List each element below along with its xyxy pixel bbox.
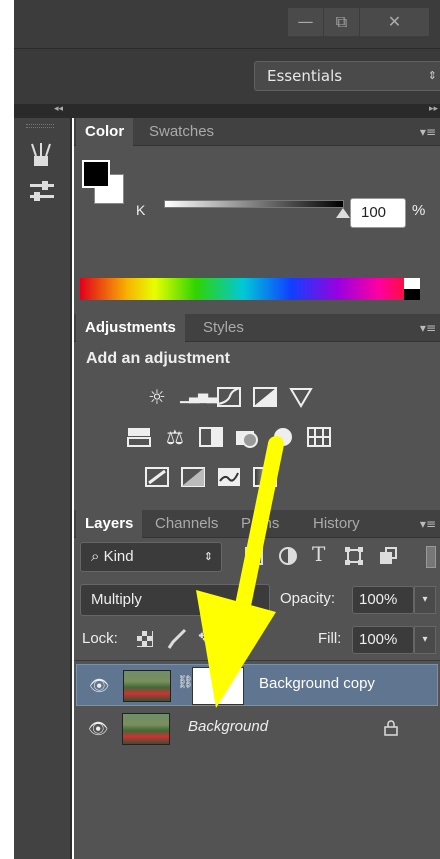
lock-all-icon[interactable] xyxy=(230,628,250,650)
layer-name[interactable]: Background xyxy=(188,718,268,735)
filter-kind-value: ⌕ Kind xyxy=(91,548,134,565)
visibility-eye-icon[interactable]: 👁 xyxy=(88,719,108,738)
adjustments-heading: Add an adjustment xyxy=(86,350,231,367)
collapse-left-icon[interactable]: ◂◂ xyxy=(54,104,63,114)
brush-presets-icon[interactable] xyxy=(30,142,52,168)
panel-dock-strip xyxy=(14,118,72,859)
filter-type-icon[interactable]: T xyxy=(312,542,325,566)
brightness-icon[interactable]: ☼ xyxy=(144,386,170,408)
panel-menu-icon[interactable]: ▾≡ xyxy=(420,321,436,335)
filter-pixel-icon[interactable] xyxy=(244,546,264,566)
collapse-right-icon[interactable]: ▸▸ xyxy=(429,104,438,114)
invert-icon[interactable] xyxy=(144,466,170,488)
panel-menu-icon[interactable]: ▾≡ xyxy=(420,125,436,139)
opacity-input[interactable]: 100% xyxy=(352,586,414,614)
grip-handle[interactable] xyxy=(26,124,54,128)
k-value-input[interactable]: 100 xyxy=(350,198,406,228)
tab-history[interactable]: History xyxy=(304,510,369,538)
minimize-button[interactable]: — xyxy=(288,8,324,36)
filter-toggle[interactable] xyxy=(426,546,436,568)
tab-paths[interactable]: Paths xyxy=(232,510,288,538)
tab-styles[interactable]: Styles xyxy=(194,314,253,342)
channel-mixer-icon[interactable] xyxy=(270,426,296,448)
fill-label: Fill: xyxy=(318,630,342,647)
panels-column: Color Swatches ▾≡ K 100 % Adjustments St… xyxy=(74,118,440,859)
mask-link-icon[interactable]: ⛓ xyxy=(177,675,194,690)
workspace-bar: Essentials ⇕ xyxy=(14,48,440,104)
filter-shape-icon[interactable] xyxy=(344,546,364,566)
spectrum-black[interactable] xyxy=(404,289,420,300)
tab-color[interactable]: Color xyxy=(76,118,134,146)
filter-adjustment-icon[interactable] xyxy=(278,546,298,566)
levels-icon[interactable]: ▁▃▅▃ xyxy=(180,386,217,408)
spectrum-white[interactable] xyxy=(404,278,420,289)
fill-input[interactable]: 100% xyxy=(352,626,414,654)
black-white-icon[interactable] xyxy=(198,426,224,448)
panel-menu-icon[interactable]: ▾≡ xyxy=(420,517,436,531)
threshold-icon[interactable] xyxy=(216,466,242,488)
layers-panel-tabs: Layers Channels Paths History ▾≡ xyxy=(74,510,440,538)
close-button[interactable]: ✕ xyxy=(360,8,430,36)
slider-handle-icon[interactable] xyxy=(336,208,350,218)
color-balance-icon[interactable]: ⚖ xyxy=(162,426,188,448)
select-arrow-icon: ⇕ xyxy=(427,69,437,82)
gradient-map-icon[interactable] xyxy=(252,466,278,488)
hue-saturation-icon[interactable] xyxy=(126,426,152,448)
color-spectrum-bar[interactable] xyxy=(80,278,420,300)
posterize-icon[interactable] xyxy=(180,466,206,488)
curves-icon[interactable] xyxy=(216,386,242,408)
vibrance-icon[interactable] xyxy=(288,386,314,408)
lock-position-icon[interactable]: ✥ xyxy=(198,626,213,647)
select-arrow-icon: ⇕ xyxy=(203,551,213,563)
workspace-value: Essentials xyxy=(267,67,343,85)
tab-channels[interactable]: Channels xyxy=(146,510,227,538)
foreground-swatch[interactable] xyxy=(82,160,110,188)
lock-pixels-icon[interactable] xyxy=(166,628,188,650)
workspace-select[interactable]: Essentials ⇕ xyxy=(254,61,440,91)
layer-lock-icon xyxy=(384,720,398,736)
divider xyxy=(74,660,440,661)
tab-adjustments[interactable]: Adjustments xyxy=(76,314,185,342)
adjustments-panel-tabs: Adjustments Styles ▾≡ xyxy=(74,314,440,342)
percent-label: % xyxy=(412,202,426,219)
filter-smart-object-icon[interactable] xyxy=(378,546,398,566)
lock-label: Lock: xyxy=(82,630,118,647)
restore-button[interactable]: ⧉ xyxy=(324,8,360,36)
layers-empty-area xyxy=(74,752,440,859)
window-titlebar: — ⧉ ✕ xyxy=(14,0,440,48)
lock-transparent-icon[interactable] xyxy=(136,630,154,648)
photo-filter-icon[interactable] xyxy=(234,426,260,448)
color-panel-tabs: Color Swatches ▾≡ xyxy=(74,118,440,146)
layer-thumbnail xyxy=(122,713,170,745)
tab-layers[interactable]: Layers xyxy=(76,510,143,538)
tool-presets-icon[interactable] xyxy=(28,180,56,202)
color-lookup-icon[interactable] xyxy=(306,426,332,448)
layer-filter-select[interactable]: ⌕ Kind ⇕ xyxy=(80,542,222,572)
k-slider[interactable] xyxy=(164,200,344,208)
fill-dropdown-icon[interactable]: ▾ xyxy=(414,626,436,654)
layer-row-background[interactable]: 👁 Background xyxy=(76,708,438,750)
tab-swatches[interactable]: Swatches xyxy=(140,118,223,146)
opacity-label: Opacity: xyxy=(280,590,336,607)
layer-row-background-copy[interactable]: 👁 ⛓ Background copy xyxy=(76,664,438,706)
layer-mask-thumbnail[interactable] xyxy=(192,667,244,705)
blend-mode-value: Multiply xyxy=(91,591,142,608)
layer-thumbnail xyxy=(123,670,171,702)
slider-label: K xyxy=(136,202,146,218)
layer-name[interactable]: Background copy xyxy=(259,675,375,692)
opacity-dropdown-icon[interactable]: ▾ xyxy=(414,586,436,614)
exposure-icon[interactable] xyxy=(252,386,278,408)
visibility-eye-icon[interactable]: 👁 xyxy=(89,676,109,695)
panel-collapse-bar: ◂◂ ▸▸ xyxy=(14,104,440,118)
blend-mode-select[interactable]: Multiply xyxy=(80,584,270,616)
